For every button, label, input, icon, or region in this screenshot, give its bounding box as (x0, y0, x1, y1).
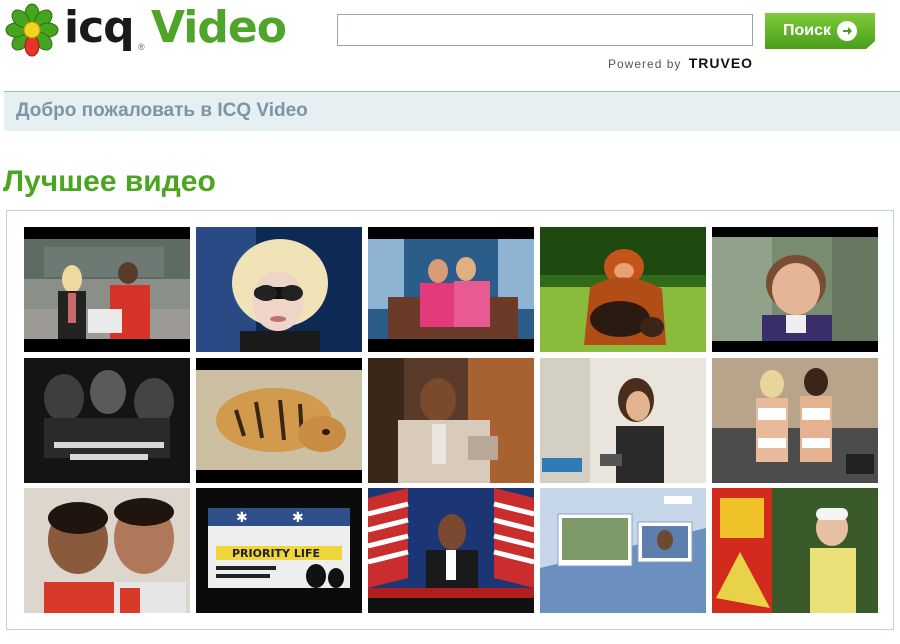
thumb-elderly-woman[interactable] (712, 227, 878, 352)
icq-flower-icon (5, 3, 59, 57)
thumb-image (540, 358, 706, 483)
thumb-woman-with-flag[interactable] (712, 488, 878, 613)
thumb-image (540, 488, 706, 613)
thumb-image (196, 358, 362, 483)
thumb-image (24, 358, 190, 483)
thumb-image (712, 488, 878, 613)
thumb-image (540, 227, 706, 352)
thumb-dark-movie-scene[interactable] (24, 358, 190, 483)
thumb-orangutan-with-dog[interactable] (540, 227, 706, 352)
thumb-image (712, 358, 878, 483)
thumb-news-graphics[interactable] (540, 488, 706, 613)
search-input[interactable] (337, 14, 753, 46)
thumb-image (368, 488, 534, 613)
thumb-two-women-stage[interactable] (712, 358, 878, 483)
logo-registered-mark: ® (138, 42, 145, 52)
powered-by: Powered by TRUVEO (608, 55, 753, 71)
thumb-image (24, 227, 190, 352)
thumb-politician-podium[interactable] (368, 488, 534, 613)
logo-icq-text: icq (64, 2, 135, 53)
thumb-blonde-sunglasses[interactable] (196, 227, 362, 352)
welcome-bar: Добро пожаловать в ICQ Video (4, 91, 900, 131)
video-gallery: ✱ ✱ PRIORITY LIFE (6, 210, 894, 630)
priority-life-overlay: PRIORITY LIFE (232, 547, 320, 560)
svg-text:✱: ✱ (236, 510, 248, 526)
thumb-image (712, 227, 878, 352)
welcome-text: Добро пожаловать в ICQ Video (16, 100, 308, 121)
thumb-image (368, 227, 534, 352)
search-button[interactable]: Поиск (765, 13, 875, 49)
search-button-label: Поиск (782, 22, 831, 39)
thumb-image (24, 488, 190, 613)
thumb-tiger-cub[interactable] (196, 358, 362, 483)
svg-text:✱: ✱ (292, 510, 304, 526)
thumb-woman-red-carpet[interactable] (540, 358, 706, 483)
thumb-image (196, 227, 362, 352)
truveo-logo[interactable]: TRUVEO (689, 55, 753, 71)
thumb-two-men-smiling[interactable] (24, 488, 190, 613)
thumb-couple-pink-outfits[interactable] (368, 227, 534, 352)
thumb-image: ✱ ✱ PRIORITY LIFE (196, 488, 362, 613)
arrow-right-icon (837, 21, 857, 41)
logo-video-text: Video (151, 2, 287, 53)
thumb-two-people-tv-set[interactable] (24, 227, 190, 352)
section-title: Лучшее видео (3, 165, 216, 198)
powered-by-label: Powered by (608, 57, 682, 71)
thumb-priority-life-bus[interactable]: ✱ ✱ PRIORITY LIFE (196, 488, 362, 613)
thumb-image (368, 358, 534, 483)
icq-video-logo[interactable]: icq ® Video (4, 2, 287, 58)
thumb-man-interview[interactable] (368, 358, 534, 483)
